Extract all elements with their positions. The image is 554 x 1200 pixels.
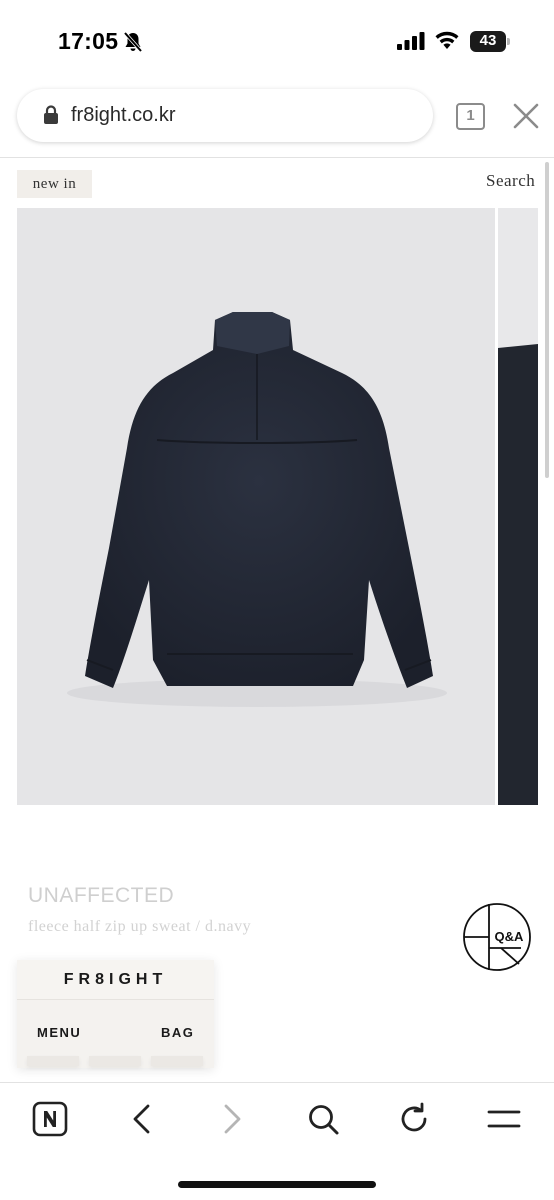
forward-icon[interactable]	[214, 1101, 250, 1137]
back-icon[interactable]	[124, 1101, 160, 1137]
battery-level: 43	[479, 32, 497, 49]
battery-icon: 43	[470, 31, 510, 52]
toolbar-divider	[0, 157, 554, 158]
floating-menu: FR8IGHT MENU BAG	[17, 960, 214, 1068]
bell-off-icon	[123, 31, 143, 53]
home-indicator	[178, 1181, 376, 1188]
naver-icon[interactable]	[32, 1101, 68, 1137]
status-bar: 17:05 43	[0, 0, 554, 80]
menu-button[interactable]: MENU	[37, 1025, 81, 1040]
brand-name[interactable]: UNAFFECTED	[28, 884, 174, 908]
floating-menu-tabs	[27, 1056, 207, 1068]
lock-icon	[44, 105, 58, 124]
refresh-icon[interactable]	[396, 1101, 432, 1137]
next-jacket-fragment	[498, 344, 538, 805]
address-bar[interactable]: fr8ight.co.kr	[17, 89, 433, 142]
new-in-badge[interactable]: new in	[17, 170, 92, 198]
product-title[interactable]: fleece half zip up sweat / d.navy	[28, 918, 251, 936]
menu-icon[interactable]	[486, 1101, 522, 1137]
status-time: 17:05	[58, 28, 119, 54]
floating-brand-logo[interactable]: FR8IGHT	[17, 960, 214, 1000]
url-text: fr8ight.co.kr	[71, 104, 176, 126]
tabs-button[interactable]: 1	[456, 103, 485, 130]
close-icon[interactable]	[511, 101, 541, 131]
wifi-icon	[435, 31, 459, 49]
search-icon[interactable]	[305, 1101, 341, 1137]
qa-label: Q&A	[495, 929, 525, 944]
product-image[interactable]	[17, 208, 495, 805]
next-image-preview[interactable]	[498, 208, 538, 805]
cellular-signal-icon	[397, 32, 425, 50]
scrollbar[interactable]	[545, 162, 549, 478]
bag-button[interactable]: BAG	[161, 1025, 194, 1040]
search-link[interactable]: Search	[486, 171, 535, 191]
qa-logo-button[interactable]: Q&A	[461, 901, 533, 973]
jacket-illustration	[67, 312, 447, 707]
